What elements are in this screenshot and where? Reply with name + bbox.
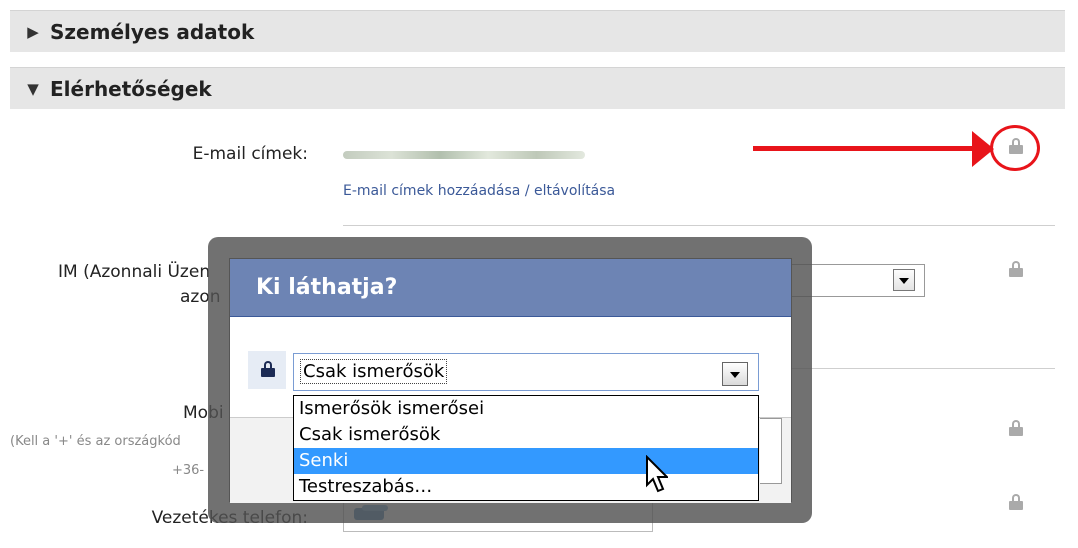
option-friends-of-friends[interactable]: Ismerősök ismerősei <box>294 396 758 422</box>
annotation-arrow <box>753 146 975 151</box>
section-header-personal[interactable]: ▶ Személyes adatok <box>10 10 1065 52</box>
email-manage-link[interactable]: E-mail címek hozzáadása / eltávolítása <box>343 183 615 199</box>
lock-icon <box>261 361 275 377</box>
privacy-select-value: Csak ismerősök <box>300 359 448 384</box>
triangle-down-icon: ▼ <box>27 79 39 98</box>
dialog-button-partial[interactable] <box>760 418 782 484</box>
triangle-right-icon: ▶ <box>27 22 39 41</box>
email-value-redacted <box>343 151 585 159</box>
section-header-contact[interactable]: ▼ Elérhetőségek <box>10 67 1065 109</box>
im-dropdown-button[interactable] <box>893 269 915 291</box>
mouse-cursor-icon <box>646 455 668 493</box>
privacy-dropdown-button[interactable] <box>722 362 748 386</box>
option-only-friends[interactable]: Csak ismerősök <box>294 422 758 448</box>
section-title-contact: Elérhetőségek <box>50 76 212 101</box>
privacy-select[interactable]: Csak ismerősök <box>293 353 759 391</box>
im-label: IM (Azonnali Üzen <box>58 262 211 282</box>
annotation-circle <box>990 125 1040 171</box>
divider <box>780 368 1055 369</box>
section-title-personal: Személyes adatok <box>50 19 255 44</box>
option-nobody[interactable]: Senki <box>294 448 758 474</box>
divider <box>343 225 1055 226</box>
mobile-hint-cont: +36- <box>172 463 205 478</box>
lock-icon[interactable] <box>1009 494 1023 510</box>
email-label: E-mail címek: <box>192 144 308 164</box>
lock-icon[interactable] <box>1009 420 1023 436</box>
lock-icon[interactable] <box>1009 261 1023 277</box>
mobile-hint: (Kell a '+' és az országkód <box>10 434 181 449</box>
dialog-title: Ki láthatja? <box>230 259 791 317</box>
option-customize[interactable]: Testreszabás… <box>294 474 758 500</box>
privacy-options-list: Ismerősök ismerősei Csak ismerősök Senki… <box>293 395 759 501</box>
